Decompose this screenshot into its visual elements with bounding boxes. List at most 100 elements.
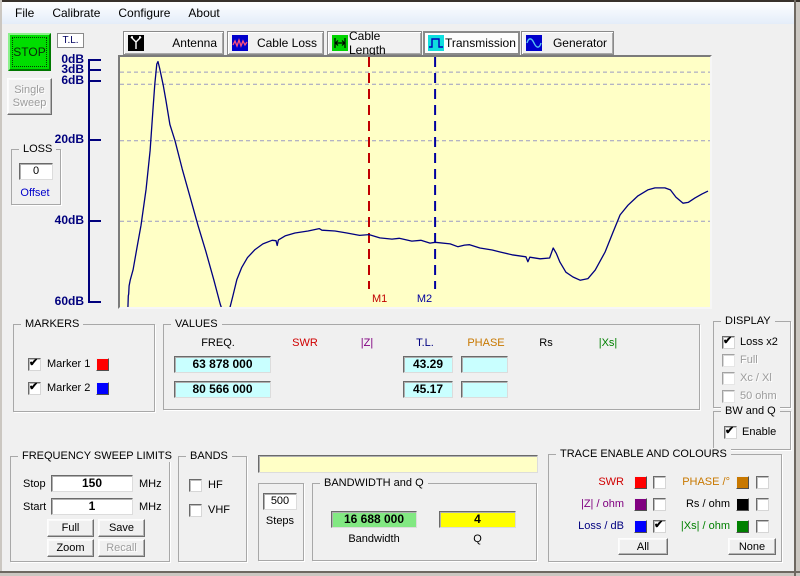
markers-group-title: MARKERS <box>21 318 84 330</box>
steps-label: Steps <box>265 515 295 527</box>
window-frame-top <box>0 0 800 2</box>
marker2-color-swatch[interactable] <box>96 382 109 395</box>
steps-box: 500 Steps <box>258 483 304 561</box>
stop-label: Stop <box>23 478 46 490</box>
stop-unit-label: MHz <box>139 478 162 490</box>
trace-loss-label: Loss / dB <box>578 520 624 532</box>
start-label: Start <box>23 501 47 513</box>
marker2-tl-value: 45.17 <box>403 381 453 398</box>
display-xcxl-checkbox[interactable] <box>722 372 735 385</box>
db-tick-6 <box>88 80 101 82</box>
bwq-group: BW and Q Enable <box>713 405 791 450</box>
stop-freq-input[interactable]: 150 <box>51 475 133 492</box>
db-axis-line <box>88 59 90 303</box>
marker1-checkbox[interactable] <box>28 356 41 371</box>
start-freq-input[interactable]: 1 <box>51 498 133 515</box>
db-tick-20 <box>88 139 101 141</box>
bwq-enable-checkbox[interactable] <box>724 424 737 439</box>
tab-cable-length[interactable]: Cable Length <box>327 29 422 57</box>
display-full-checkbox[interactable] <box>722 354 735 367</box>
db-label-40: 40dB <box>54 213 84 227</box>
vhf-checkbox[interactable] <box>189 504 202 517</box>
display-lossx2-label: Loss x2 <box>740 336 778 348</box>
display-lossx2-checkbox[interactable] <box>722 334 735 349</box>
display-50ohm-checkbox[interactable] <box>722 390 735 403</box>
tab-generator[interactable]: Generator <box>521 31 614 55</box>
marker-label-m2: M2 <box>417 293 432 305</box>
menu-about[interactable]: About <box>179 3 228 23</box>
values-group-title: VALUES <box>171 318 222 330</box>
hf-label: HF <box>208 479 223 491</box>
display-50ohm-label: 50 ohm <box>740 390 777 402</box>
generator-icon <box>526 35 542 51</box>
bandwidth-group: BANDWIDTH and Q 16 688 000 Bandwidth 4 Q <box>312 477 537 561</box>
trace-rs-swatch[interactable] <box>736 498 749 511</box>
marker1-label: Marker 1 <box>47 358 91 370</box>
tab-transmission[interactable]: Transmission <box>423 31 520 55</box>
bwq-group-title: BW and Q <box>721 405 780 417</box>
transmission-icon <box>428 35 444 51</box>
trace-all-button[interactable]: All <box>618 538 668 555</box>
marker2-checkbox[interactable] <box>28 380 41 395</box>
trace-z-swatch[interactable] <box>634 498 647 511</box>
values-header-phase: PHASE <box>467 337 505 349</box>
trace-loss-swatch[interactable] <box>634 520 647 533</box>
tab-antenna[interactable]: Antenna <box>123 31 224 55</box>
bands-group: BANDS HF VHF <box>178 450 247 562</box>
menu-calibrate[interactable]: Calibrate <box>43 3 109 23</box>
db-tick-40 <box>88 220 101 222</box>
loss-trace-plot: M1 M2 <box>120 57 710 307</box>
vhf-label: VHF <box>208 504 230 516</box>
hf-checkbox[interactable] <box>189 479 202 492</box>
loss-offset-input[interactable]: 0 <box>19 163 53 180</box>
offset-label: Offset <box>20 187 50 199</box>
trace-none-button[interactable]: None <box>728 538 776 555</box>
trace-xs-checkbox[interactable] <box>756 520 769 533</box>
loss-group-title: LOSS <box>19 143 57 155</box>
trace-swr-swatch[interactable] <box>634 476 647 489</box>
display-group: DISPLAY Loss x2 Full Xc / Xl 50 ohm <box>713 315 791 408</box>
values-header-freq: FREQ. <box>201 337 235 349</box>
trace-phase-swatch[interactable] <box>736 476 749 489</box>
trace-rs-checkbox[interactable] <box>756 498 769 511</box>
steps-input[interactable]: 500 <box>263 493 297 510</box>
values-header-z: |Z| <box>360 337 374 349</box>
trace-xs-swatch[interactable] <box>736 520 749 533</box>
antenna-icon <box>128 35 144 51</box>
q-label: Q <box>473 533 482 545</box>
cable-loss-icon <box>232 35 248 51</box>
trace-swr-label: SWR <box>598 476 624 488</box>
sweep-chart[interactable]: M1 M2 <box>118 55 712 309</box>
trace-phase-label: PHASE /° <box>682 476 730 488</box>
save-button[interactable]: Save <box>98 519 145 537</box>
marker-label-m1: M1 <box>372 293 387 305</box>
values-header-xs: |Xs| <box>598 337 618 349</box>
display-xcxl-label: Xc / Xl <box>740 372 772 384</box>
menu-file[interactable]: File <box>6 3 43 23</box>
zoom-button[interactable]: Zoom <box>47 539 94 557</box>
tab-cable-loss[interactable]: Cable Loss <box>227 31 324 55</box>
trace-enable-title: TRACE ENABLE AND COLOURS <box>556 448 731 460</box>
marker2-label: Marker 2 <box>47 382 91 394</box>
trace-z-label: |Z| / ohm <box>580 498 624 510</box>
bandwidth-group-title: BANDWIDTH and Q <box>320 477 428 489</box>
values-group: VALUES FREQ. SWR |Z| T.L. PHASE Rs |Xs| … <box>163 318 700 410</box>
loss-group: LOSS 0 Offset <box>11 143 61 205</box>
bandwidth-label: Bandwidth <box>348 533 400 545</box>
menu-bar: File Calibrate Configure About <box>2 2 799 24</box>
trace-enable-group: TRACE ENABLE AND COLOURS SWR PHASE /° |Z… <box>548 448 782 562</box>
full-span-button[interactable]: Full <box>47 519 94 537</box>
tab-generator-label: Generator <box>552 36 607 50</box>
recall-button[interactable]: Recall <box>98 539 145 557</box>
start-unit-label: MHz <box>139 501 162 513</box>
cable-length-icon <box>332 35 348 51</box>
menu-configure[interactable]: Configure <box>109 3 179 23</box>
marker2-phase-value <box>461 381 508 398</box>
chart-background <box>120 57 710 307</box>
values-header-swr: SWR <box>292 337 318 349</box>
trace-phase-checkbox[interactable] <box>756 476 769 489</box>
display-group-title: DISPLAY <box>721 315 775 327</box>
db-tick-0 <box>88 59 101 61</box>
sweep-limits-group: FREQUENCY SWEEP LIMITS Stop 150 MHz Star… <box>10 450 176 562</box>
marker1-color-swatch[interactable] <box>96 358 109 371</box>
